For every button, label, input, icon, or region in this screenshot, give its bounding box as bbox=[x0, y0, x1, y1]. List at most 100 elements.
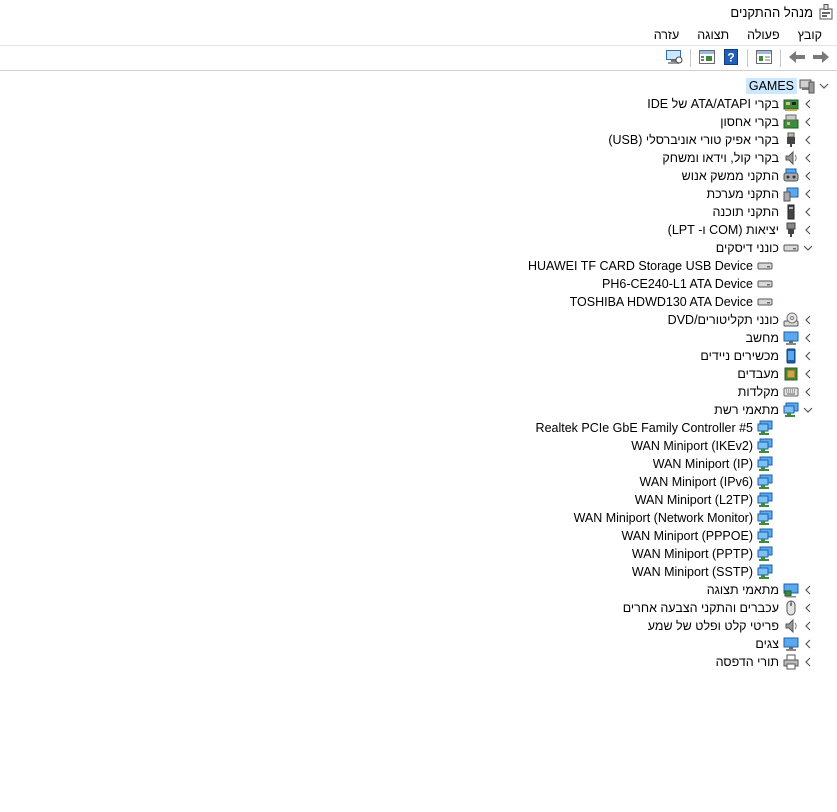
chevron-left-icon[interactable] bbox=[803, 98, 813, 110]
tree-category[interactable]: כונני דיסקים bbox=[0, 239, 837, 257]
menu-view[interactable]: תצוגה bbox=[688, 25, 738, 45]
tree-device[interactable]: PH6-CE240-L1 ATA Device bbox=[0, 275, 837, 293]
tree-category-label: בקרי ATA/ATAPI של IDE bbox=[647, 97, 779, 111]
window-title: מנהל ההתקנים bbox=[730, 4, 813, 20]
tree-device[interactable]: WAN Miniport (IKEv2) bbox=[0, 437, 837, 455]
processor-icon bbox=[783, 366, 799, 382]
network-adapter-icon bbox=[757, 456, 773, 472]
network-adapter-icon bbox=[757, 438, 773, 454]
chevron-left-icon[interactable] bbox=[803, 170, 813, 182]
scan-hardware-button[interactable] bbox=[663, 48, 685, 68]
menu-action[interactable]: פעולה bbox=[738, 25, 788, 45]
chevron-down-icon[interactable] bbox=[803, 404, 813, 416]
tree-category[interactable]: פריטי קלט ופלט של שמע bbox=[0, 617, 837, 635]
disk-drive-icon bbox=[757, 258, 773, 274]
tree-category[interactable]: בקרי אחסון bbox=[0, 113, 837, 131]
usb-icon bbox=[783, 132, 799, 148]
monitor-icon bbox=[783, 636, 799, 652]
chevron-left-icon[interactable] bbox=[803, 152, 813, 164]
chevron-left-icon[interactable] bbox=[803, 368, 813, 380]
chevron-left-icon[interactable] bbox=[803, 584, 813, 596]
tree-device[interactable]: Realtek PCIe GbE Family Controller #5 bbox=[0, 419, 837, 437]
tree-root[interactable]: GAMES bbox=[0, 77, 837, 95]
tree-category[interactable]: התקני תוכנה bbox=[0, 203, 837, 221]
update-driver-button[interactable] bbox=[696, 48, 718, 68]
tree-device[interactable]: TOSHIBA HDWD130 ATA Device bbox=[0, 293, 837, 311]
disk-drive-icon bbox=[757, 276, 773, 292]
audio-io-icon bbox=[783, 618, 799, 634]
forward-arrow-icon bbox=[812, 50, 830, 67]
chevron-left-icon[interactable] bbox=[803, 638, 813, 650]
network-adapter-icon bbox=[757, 510, 773, 526]
tree-category[interactable]: מתאמי תצוגה bbox=[0, 581, 837, 599]
storage-controller-icon bbox=[783, 114, 799, 130]
tree-category[interactable]: יציאות (COM ו- LPT) bbox=[0, 221, 837, 239]
help-button[interactable]: ? bbox=[720, 48, 742, 68]
tree-device-label: WAN Miniport (PPTP) bbox=[631, 547, 753, 561]
tree-category-label: בקרי קול, וידאו ומשחק bbox=[662, 151, 779, 165]
menu-file[interactable]: קובץ bbox=[789, 25, 831, 45]
chevron-left-icon[interactable] bbox=[803, 602, 813, 614]
chevron-left-icon[interactable] bbox=[803, 656, 813, 668]
tree-category-label: יציאות (COM ו- LPT) bbox=[667, 223, 779, 237]
tree-device-label: TOSHIBA HDWD130 ATA Device bbox=[569, 295, 753, 309]
tree-category[interactable]: צגים bbox=[0, 635, 837, 653]
network-adapter-icon bbox=[757, 492, 773, 508]
tree-root-label: GAMES bbox=[745, 78, 797, 94]
forward-button[interactable] bbox=[810, 48, 832, 68]
network-adapter-icon bbox=[757, 564, 773, 580]
print-queue-icon bbox=[783, 654, 799, 670]
tree-category[interactable]: התקני ממשק אנוש bbox=[0, 167, 837, 185]
tree-category[interactable]: מקלדות bbox=[0, 383, 837, 401]
system-devices-icon bbox=[783, 186, 799, 202]
tree-device-label: WAN Miniport (PPPOE) bbox=[621, 529, 753, 543]
tree-device[interactable]: WAN Miniport (IP) bbox=[0, 455, 837, 473]
tree-category-label: מתאמי רשת bbox=[714, 403, 779, 417]
menu-help[interactable]: עזרה bbox=[645, 25, 689, 45]
network-adapter-icon bbox=[757, 528, 773, 544]
tree-category[interactable]: מתאמי רשת bbox=[0, 401, 837, 419]
tree-category[interactable]: התקני מערכת bbox=[0, 185, 837, 203]
chevron-left-icon[interactable] bbox=[803, 116, 813, 128]
portable-device-icon bbox=[783, 348, 799, 364]
tree-device[interactable]: WAN Miniport (IPv6) bbox=[0, 473, 837, 491]
tree-category[interactable]: מעבדים bbox=[0, 365, 837, 383]
tree-device-label: WAN Miniport (Network Monitor) bbox=[573, 511, 753, 525]
tree-category[interactable]: מכשירים ניידים bbox=[0, 347, 837, 365]
properties-button[interactable] bbox=[753, 48, 775, 68]
software-device-icon bbox=[783, 204, 799, 220]
mouse-icon bbox=[783, 600, 799, 616]
chevron-left-icon[interactable] bbox=[803, 350, 813, 362]
tree-category[interactable]: מחשב bbox=[0, 329, 837, 347]
chevron-down-icon[interactable] bbox=[819, 80, 829, 92]
tree-category[interactable]: בקרי ATA/ATAPI של IDE bbox=[0, 95, 837, 113]
chevron-left-icon[interactable] bbox=[803, 224, 813, 236]
tree-category[interactable]: בקרי קול, וידאו ומשחק bbox=[0, 149, 837, 167]
hid-icon bbox=[783, 168, 799, 184]
tree-category-label: צגים bbox=[755, 637, 779, 651]
svg-text:?: ? bbox=[727, 50, 734, 64]
chevron-down-icon[interactable] bbox=[803, 242, 813, 254]
tree-device[interactable]: WAN Miniport (PPTP) bbox=[0, 545, 837, 563]
tree-category[interactable]: כונני תקליטורים/DVD bbox=[0, 311, 837, 329]
tree-device[interactable]: WAN Miniport (SSTP) bbox=[0, 563, 837, 581]
chevron-left-icon[interactable] bbox=[803, 386, 813, 398]
chevron-left-icon[interactable] bbox=[803, 206, 813, 218]
tree-device[interactable]: WAN Miniport (L2TP) bbox=[0, 491, 837, 509]
tree-category[interactable]: עכברים והתקני הצבעה אחרים bbox=[0, 599, 837, 617]
tree-category[interactable]: בקרי אפיק טורי אוניברסלי (USB) bbox=[0, 131, 837, 149]
chevron-left-icon[interactable] bbox=[803, 620, 813, 632]
chevron-left-icon[interactable] bbox=[803, 134, 813, 146]
tree-category-label: התקני מערכת bbox=[706, 187, 779, 201]
back-button[interactable] bbox=[786, 48, 808, 68]
tree-device[interactable]: WAN Miniport (PPPOE) bbox=[0, 527, 837, 545]
tree-category-label: בקרי אחסון bbox=[720, 115, 779, 129]
chevron-left-icon[interactable] bbox=[803, 188, 813, 200]
chevron-left-icon[interactable] bbox=[803, 314, 813, 326]
menu-bar: קובץ פעולה תצוגה עזרה bbox=[0, 24, 837, 46]
chevron-left-icon[interactable] bbox=[803, 332, 813, 344]
tree-category[interactable]: תורי הדפסה bbox=[0, 653, 837, 671]
tree-device[interactable]: WAN Miniport (Network Monitor) bbox=[0, 509, 837, 527]
tree-category-label: מתאמי תצוגה bbox=[706, 583, 779, 597]
tree-device[interactable]: HUAWEI TF CARD Storage USB Device bbox=[0, 257, 837, 275]
